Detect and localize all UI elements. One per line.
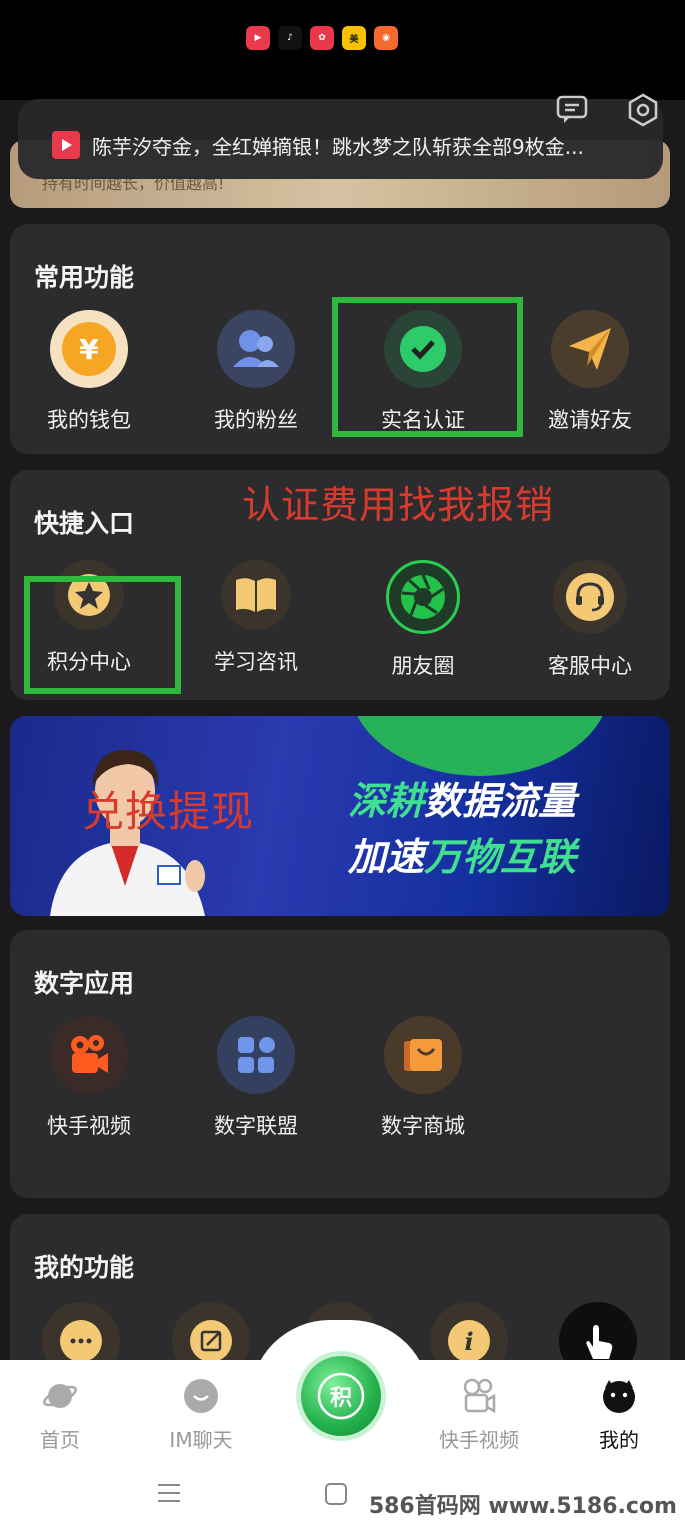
nav-home[interactable]: 首页: [5, 1378, 115, 1453]
center-action-button[interactable]: 积: [301, 1356, 381, 1436]
digital-apps-card: 数字应用 快手视频 数字联盟 数字商城: [10, 930, 670, 1198]
douyin-app-icon: ♪: [278, 26, 302, 50]
verify-highlight-box: [332, 297, 523, 437]
kuaishou-video-item[interactable]: 快手视频: [6, 1016, 172, 1140]
banner-line1-main: 数据流量: [424, 779, 577, 823]
users-icon: [217, 310, 295, 388]
food-app-icon: ◉: [374, 26, 398, 50]
common-functions-title: 常用功能: [34, 263, 135, 292]
fans-item[interactable]: 我的粉丝: [173, 310, 339, 434]
digital-alliance-label: 数字联盟: [214, 1114, 298, 1138]
study-news-item[interactable]: 学习咨讯: [173, 560, 339, 676]
play-icon: [52, 131, 80, 159]
kuaishou-video-label: 快手视频: [47, 1114, 131, 1138]
moments-label: 朋友圈: [391, 654, 455, 678]
aperture-icon: [386, 560, 460, 634]
svg-text:i: i: [464, 1327, 473, 1356]
shopping-bag-icon: [384, 1016, 462, 1094]
menu-icon[interactable]: [156, 1482, 182, 1508]
withdraw-overlay-text: 兑换提现: [82, 787, 255, 836]
quick-entry-title: 快捷入口: [34, 509, 135, 538]
nav-home-label: 首页: [40, 1428, 80, 1452]
banner-headline-2: 加速万物互联: [348, 826, 576, 881]
customer-service-item[interactable]: 客服中心: [507, 560, 673, 680]
nav-kuaishou-label: 快手视频: [439, 1428, 519, 1452]
digital-apps-title: 数字应用: [34, 969, 135, 998]
video-camera-icon: [463, 1378, 496, 1414]
digital-alliance-item[interactable]: 数字联盟: [173, 1016, 339, 1140]
moments-item[interactable]: 朋友圈: [340, 560, 506, 680]
customer-service-label: 客服中心: [548, 654, 632, 678]
center-coin-label: 积: [329, 1386, 352, 1411]
banner-glow: [350, 716, 610, 776]
digital-mall-label: 数字商城: [381, 1114, 465, 1138]
book-icon: [221, 560, 291, 630]
points-highlight-box: [24, 576, 181, 694]
nav-im-chat-label: IM聊天: [169, 1428, 233, 1452]
yuan-icon: ¥: [50, 310, 128, 388]
video-camera-icon: [50, 1016, 128, 1094]
profile-icon: [603, 1380, 635, 1413]
video-app-icon: ▶: [246, 26, 270, 50]
wallet-item[interactable]: ¥ 我的钱包: [6, 310, 172, 434]
nav-kuaishou[interactable]: 快手视频: [424, 1378, 534, 1453]
banner-line2-main: 加速: [348, 835, 425, 879]
message-icon[interactable]: [554, 92, 590, 128]
nav-mine-label: 我的: [599, 1428, 639, 1452]
grid-icon: [217, 1016, 295, 1094]
invite-item[interactable]: 邀请好友: [507, 310, 673, 434]
watermark-text: 586首码网 www.5186.com: [368, 1494, 677, 1519]
meituan-app-icon: 美: [342, 26, 366, 50]
reimburse-overlay-text: 认证费用找我报销: [242, 483, 555, 527]
digital-mall-item[interactable]: 数字商城: [340, 1016, 506, 1140]
fans-label: 我的粉丝: [214, 408, 298, 432]
settings-icon[interactable]: [625, 92, 661, 128]
home-square-icon[interactable]: [324, 1482, 348, 1510]
banner-line2-accent: 万物互联: [424, 835, 577, 879]
headset-icon: [553, 560, 627, 634]
my-functions-title: 我的功能: [34, 1253, 135, 1282]
nav-mine[interactable]: 我的: [564, 1378, 674, 1453]
shopping-app-icon: ✿: [310, 26, 334, 50]
status-app-icons: ▶ ♪ ✿ 美 ◉: [246, 26, 398, 50]
planet-icon: [43, 1384, 77, 1408]
study-news-label: 学习咨讯: [214, 650, 298, 674]
invite-label: 邀请好友: [548, 408, 632, 432]
news-text: 陈芋汐夺金，全红婵摘银！跳水梦之队斩获全部9枚金...: [92, 134, 584, 159]
svg-text:¥: ¥: [79, 333, 99, 366]
banner-line1-accent: 深耕: [348, 779, 425, 823]
chat-icon: [184, 1379, 218, 1413]
paper-plane-icon: [551, 310, 629, 388]
banner-headline-1: 深耕数据流量: [348, 770, 576, 825]
nav-im-chat[interactable]: IM聊天: [146, 1378, 256, 1453]
wallet-label: 我的钱包: [47, 408, 131, 432]
status-bar: ▶ ♪ ✿ 美 ◉: [0, 0, 685, 100]
